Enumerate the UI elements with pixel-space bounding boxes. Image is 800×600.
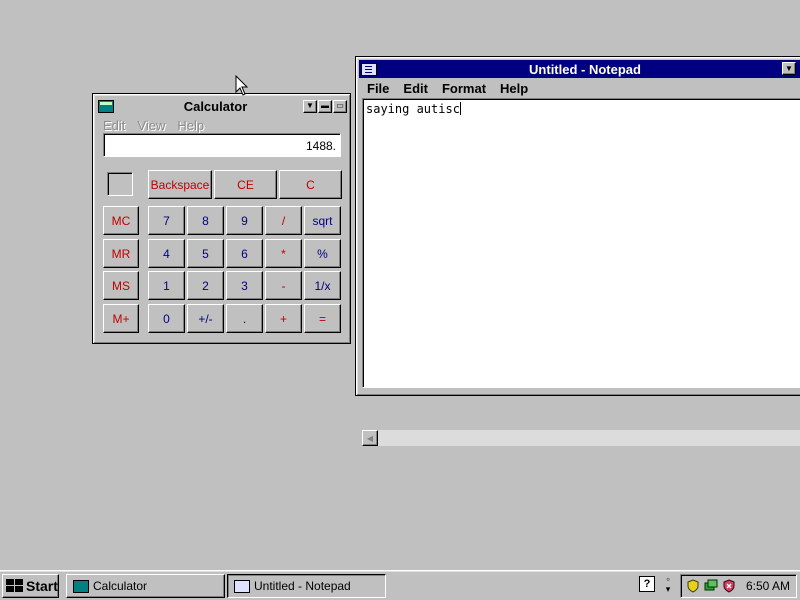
start-label: Start (26, 578, 58, 594)
connection-icon[interactable]: ▫ ▾ (661, 574, 675, 594)
calculator-title: Calculator (183, 98, 248, 114)
notepad-title: Untitled - Notepad (529, 61, 641, 77)
digit-0-button[interactable]: 0 (148, 304, 185, 333)
memory-store-button[interactable]: MS (103, 271, 139, 300)
multiply-button[interactable]: * (265, 239, 302, 268)
equals-button[interactable]: = (304, 304, 341, 333)
decimal-button[interactable]: . (226, 304, 263, 333)
notepad-menubar: File Edit Format Help (360, 79, 535, 97)
taskbar-item-notepad[interactable]: Untitled - Notepad (227, 574, 386, 598)
help-icon[interactable]: ? (639, 576, 655, 592)
calculator-app-icon[interactable] (98, 99, 114, 113)
network-tray-icon[interactable] (704, 579, 719, 594)
notepad-titlebar[interactable]: Untitled - Notepad ▼ (359, 60, 800, 78)
notepad-text: saying autisc (366, 102, 460, 116)
digit-6-button[interactable]: 6 (226, 239, 263, 268)
taskbar: Start Calculator Untitled - Notepad 6:50… (0, 570, 800, 600)
plus-minus-button[interactable]: +/- (187, 304, 224, 333)
shield-icon[interactable] (686, 579, 701, 594)
plus-button[interactable]: + (265, 304, 302, 333)
calculator-memory-indicator (107, 172, 133, 196)
calculator-titlebar[interactable]: Calculator ▼ ▬ ▭ (96, 97, 347, 115)
clear-button[interactable]: C (279, 170, 342, 199)
calculator-menubar: Edit View Help (97, 116, 210, 134)
notepad-menu-file[interactable]: File (360, 81, 396, 96)
windows-logo-icon (6, 579, 24, 593)
reciprocal-button[interactable]: 1/x (304, 271, 341, 300)
minus-button[interactable]: - (265, 271, 302, 300)
start-button[interactable]: Start (2, 574, 59, 598)
digit-9-button[interactable]: 9 (226, 206, 263, 235)
taskbar-item-label: Untitled - Notepad (254, 579, 351, 593)
digit-4-button[interactable]: 4 (148, 239, 185, 268)
calculator-display: 1488. (103, 133, 341, 157)
calculator-task-icon (73, 579, 89, 593)
notepad-task-icon (234, 579, 250, 593)
calculator-menu-view[interactable]: View (131, 118, 171, 133)
notepad-text-content: saying autisc (366, 102, 461, 116)
taskbar-item-calculator[interactable]: Calculator (66, 574, 225, 598)
backspace-button[interactable]: Backspace (148, 170, 212, 199)
notepad-menu-button[interactable]: ▼ (782, 62, 796, 75)
calculator-menu-button[interactable]: ▼ (303, 99, 317, 113)
sqrt-button[interactable]: sqrt (304, 206, 341, 235)
digit-5-button[interactable]: 5 (187, 239, 224, 268)
calculator-menu-help[interactable]: Help (171, 118, 210, 133)
digit-3-button[interactable]: 3 (226, 271, 263, 300)
notepad-menu-edit[interactable]: Edit (396, 81, 435, 96)
calculator-minimize-button[interactable]: ▬ (318, 99, 332, 113)
memory-add-button[interactable]: M+ (103, 304, 139, 333)
clear-entry-button[interactable]: CE (214, 170, 277, 199)
digit-8-button[interactable]: 8 (187, 206, 224, 235)
digit-1-button[interactable]: 1 (148, 271, 185, 300)
security-alert-icon[interactable] (722, 579, 737, 594)
calculator-maximize-button[interactable]: ▭ (333, 99, 347, 113)
clock[interactable]: 6:50 AM (746, 579, 790, 593)
notepad-text-area[interactable]: saying autisc (362, 98, 800, 388)
notepad-horizontal-scrollbar[interactable]: ◀ (362, 430, 800, 446)
memory-clear-button[interactable]: MC (103, 206, 139, 235)
notepad-menu-format[interactable]: Format (435, 81, 493, 96)
calculator-menu-edit[interactable]: Edit (97, 118, 131, 133)
divide-button[interactable]: / (265, 206, 302, 235)
memory-recall-button[interactable]: MR (103, 239, 139, 268)
system-tray: 6:50 AM (680, 574, 797, 598)
digit-7-button[interactable]: 7 (148, 206, 185, 235)
notepad-window[interactable]: Untitled - Notepad ▼ File Edit Format He… (355, 56, 800, 446)
percent-button[interactable]: % (304, 239, 341, 268)
taskbar-item-label: Calculator (93, 579, 148, 593)
text-caret (459, 102, 461, 115)
digit-2-button[interactable]: 2 (187, 271, 224, 300)
mouse-cursor-icon (235, 75, 249, 96)
notepad-menu-help[interactable]: Help (493, 81, 535, 96)
scroll-left-arrow-icon[interactable]: ◀ (362, 430, 378, 446)
